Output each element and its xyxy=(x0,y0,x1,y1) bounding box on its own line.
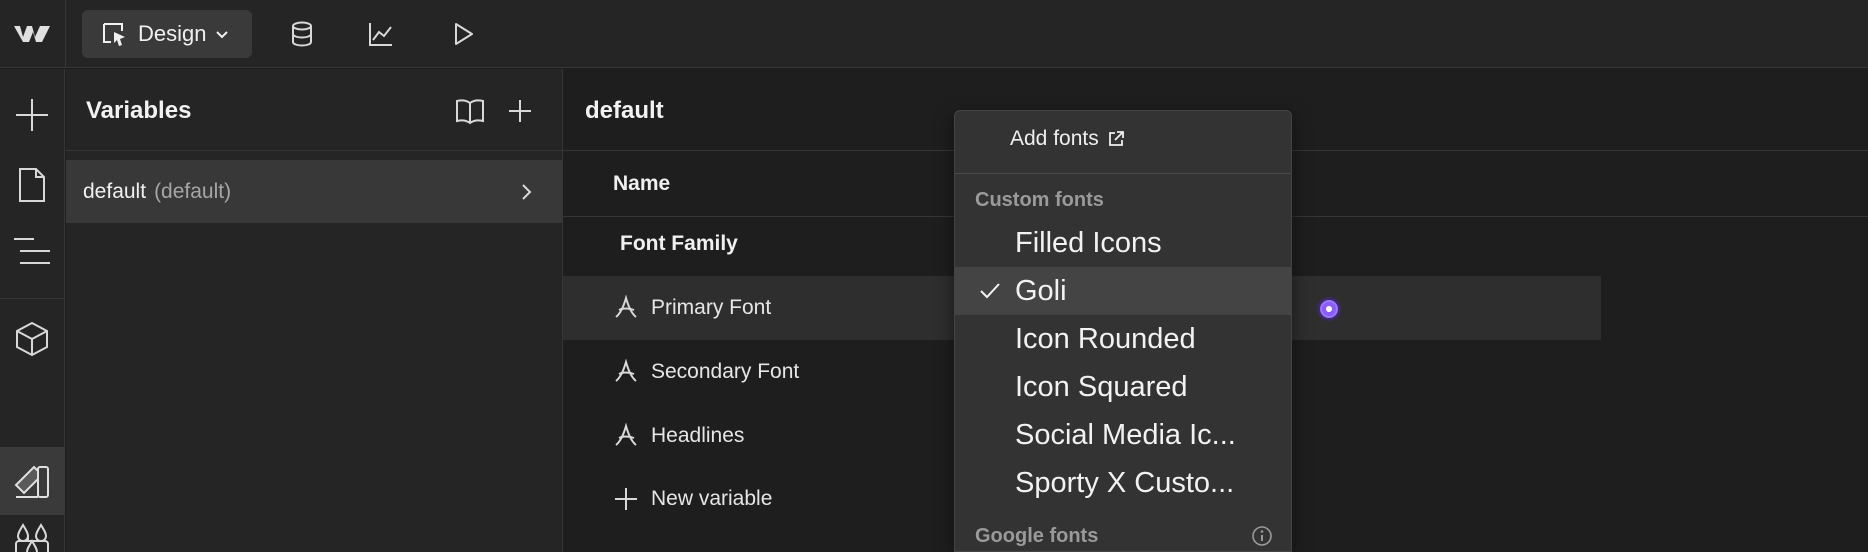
toolbar-divider xyxy=(65,0,66,68)
add-fonts-label: Add fonts xyxy=(1010,127,1099,150)
google-fonts-heading: Google fonts xyxy=(975,525,1099,547)
play-icon[interactable] xyxy=(449,20,477,48)
font-option-label: Icon Rounded xyxy=(1015,322,1196,355)
font-option-label: Goli xyxy=(1015,274,1067,307)
checkmark-icon xyxy=(980,283,1000,299)
font-option-label: Icon Squared xyxy=(1015,370,1188,403)
custom-fonts-heading: Custom fonts xyxy=(975,189,1104,211)
group-title-font-family: Font Family xyxy=(620,232,738,255)
left-sidebar xyxy=(0,69,65,552)
font-option-goli[interactable]: Goli xyxy=(955,267,1291,315)
external-link-icon xyxy=(1108,131,1124,146)
font-option-filled-icons[interactable]: Filled Icons xyxy=(955,219,1291,267)
plus-icon[interactable] xyxy=(12,95,52,135)
sidebar-divider xyxy=(0,298,65,299)
navigator-icon[interactable] xyxy=(12,231,52,271)
analytics-chart-icon[interactable] xyxy=(367,20,395,48)
add-fonts-link[interactable]: Add fonts xyxy=(1010,127,1125,151)
collection-name: default xyxy=(83,180,147,203)
font-option-label: Filled Icons xyxy=(1015,226,1162,259)
font-family-dropdown: Add fonts Custom fonts Filled Icons Goli… xyxy=(954,110,1292,552)
panel-divider xyxy=(66,150,563,151)
new-variable-label: New variable xyxy=(651,487,773,510)
dropdown-divider xyxy=(955,173,1291,174)
components-cube-icon[interactable] xyxy=(12,319,52,359)
add-collection-plus-icon[interactable] xyxy=(506,97,534,125)
variable-label: Headlines xyxy=(651,424,745,447)
font-option-icon-squared[interactable]: Icon Squared xyxy=(955,363,1291,411)
variable-label: Secondary Font xyxy=(651,360,800,383)
cursor-select-icon xyxy=(103,23,125,46)
variable-linked-indicator[interactable] xyxy=(1317,297,1341,321)
font-option-social-media-icons[interactable]: Social Media Ic... xyxy=(955,411,1291,459)
webflow-logo-icon[interactable] xyxy=(12,22,52,46)
font-variable-icon xyxy=(615,359,637,382)
book-icon[interactable] xyxy=(454,97,486,125)
font-option-sporty-x-custom[interactable]: Sporty X Custo... xyxy=(955,459,1291,507)
collection-label: default (default) xyxy=(83,180,231,204)
chevron-down-icon xyxy=(216,31,229,39)
info-icon[interactable] xyxy=(1251,525,1273,547)
collection-default-tag: (default) xyxy=(154,180,232,203)
variable-label: Primary Font xyxy=(651,296,772,319)
collection-item-default[interactable]: default (default) xyxy=(66,160,562,223)
font-option-label: Social Media Ic... xyxy=(1015,418,1236,451)
font-option-label: Sporty X Custo... xyxy=(1015,466,1235,499)
font-variable-icon xyxy=(615,295,637,318)
design-mode-label: Design xyxy=(138,21,207,46)
variables-panel-title: Variables xyxy=(86,97,192,124)
variables-panel: Variables default (default) xyxy=(66,69,563,552)
font-variable-icon xyxy=(615,423,637,446)
design-mode-button[interactable]: Design xyxy=(82,10,252,58)
top-toolbar: Design xyxy=(0,0,1868,68)
plus-icon xyxy=(615,488,637,510)
chevron-right-icon xyxy=(522,184,532,200)
name-column-header: Name xyxy=(613,172,671,195)
assets-icon[interactable] xyxy=(14,531,54,552)
database-icon[interactable] xyxy=(288,20,316,48)
collection-title: default xyxy=(585,97,664,124)
page-icon[interactable] xyxy=(12,165,52,205)
variables-icon[interactable] xyxy=(12,461,52,501)
font-option-icon-rounded[interactable]: Icon Rounded xyxy=(955,315,1291,363)
